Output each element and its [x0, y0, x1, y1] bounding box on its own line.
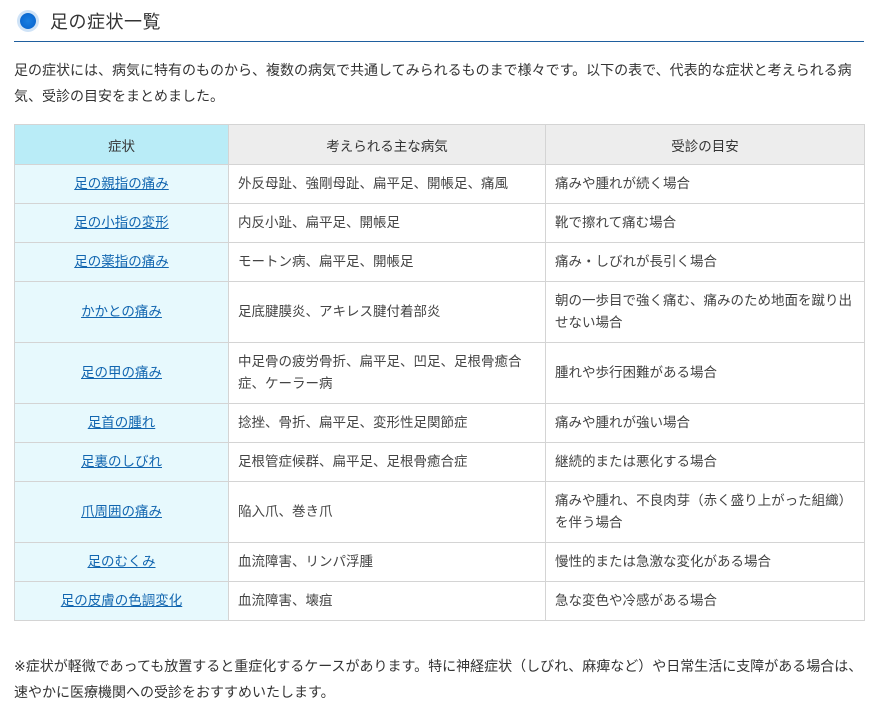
diseases-cell: 外反母趾、強剛母趾、扁平足、開帳足、痛風: [228, 164, 546, 204]
table-row: 足の皮膚の色調変化 血流障害、壊疽 急な変色や冷感がある場合: [14, 581, 865, 621]
table-row: 足のむくみ 血流障害、リンパ浮腫 慢性的または急激な変化がある場合: [14, 542, 865, 582]
diseases-cell: 血流障害、リンパ浮腫: [228, 542, 546, 582]
table-row: かかとの痛み 足底腱膜炎、アキレス腱付着部炎 朝の一歩目で強く痛む、痛みのため地…: [14, 281, 865, 343]
table-row: 爪周囲の痛み 陥入爪、巻き爪 痛みや腫れ、不良肉芽（赤く盛り上がった組織）を伴う…: [14, 481, 865, 543]
guide-cell: 慢性的または急激な変化がある場合: [545, 542, 865, 582]
diseases-cell: 陥入爪、巻き爪: [228, 481, 546, 543]
symptom-cell: 爪周囲の痛み: [14, 481, 229, 543]
symptom-cell: かかとの痛み: [14, 281, 229, 343]
symptom-link[interactable]: 足の親指の痛み: [74, 176, 169, 192]
table-row: 足の甲の痛み 中足骨の疲労骨折、扁平足、凹足、足根骨癒合症、ケーラー病 腫れや歩…: [14, 342, 865, 404]
symptom-link[interactable]: 足の小指の変形: [74, 215, 169, 231]
guide-cell: 靴で擦れて痛む場合: [545, 203, 865, 243]
symptom-link[interactable]: 足首の腫れ: [88, 415, 156, 431]
table-row: 足の親指の痛み 外反母趾、強剛母趾、扁平足、開帳足、痛風 痛みや腫れが続く場合: [14, 164, 865, 204]
table-header-row: 症状 考えられる主な病気 受診の目安: [14, 124, 865, 165]
symptom-link[interactable]: 足の薬指の痛み: [74, 254, 169, 270]
symptom-cell: 足の皮膚の色調変化: [14, 581, 229, 621]
guide-cell: 痛み・しびれが長引く場合: [545, 242, 865, 282]
table-row: 足の小指の変形 内反小趾、扁平足、開帳足 靴で擦れて痛む場合: [14, 203, 865, 243]
guide-cell: 痛みや腫れが続く場合: [545, 164, 865, 204]
symptom-cell: 足の親指の痛み: [14, 164, 229, 204]
symptom-cell: 足の甲の痛み: [14, 342, 229, 404]
section-title: 足の症状一覧: [50, 11, 161, 33]
guide-cell: 痛みや腫れが強い場合: [545, 403, 865, 443]
symptom-link[interactable]: 足のむくみ: [87, 554, 155, 570]
guide-cell: 朝の一歩目で強く痛む、痛みのため地面を蹴り出せない場合: [545, 281, 865, 343]
section-heading: 足の症状一覧: [14, 0, 864, 42]
intro-paragraph: 足の症状には、病気に特有のものから、複数の病気で共通してみられるものまで様々です…: [14, 63, 852, 105]
symptom-link[interactable]: 爪周囲の痛み: [81, 504, 162, 520]
header-guide: 受診の目安: [545, 124, 865, 165]
table-row: 足首の腫れ 捻挫、骨折、扁平足、変形性足関節症 痛みや腫れが強い場合: [14, 403, 865, 443]
guide-cell: 腫れや歩行困難がある場合: [545, 342, 865, 404]
symptom-cell: 足裏のしびれ: [14, 442, 229, 482]
symptoms-table: 症状 考えられる主な病気 受診の目安 足の親指の痛み 外反母趾、強剛母趾、扁平足…: [14, 124, 865, 621]
table-row: 足の薬指の痛み モートン病、扁平足、開帳足 痛み・しびれが長引く場合: [14, 242, 865, 282]
symptom-cell: 足のむくみ: [14, 542, 229, 582]
symptom-cell: 足の小指の変形: [14, 203, 229, 243]
symptom-link[interactable]: 足の甲の痛み: [81, 365, 162, 381]
diseases-cell: 足根管症候群、扁平足、足根骨癒合症: [228, 442, 546, 482]
diseases-cell: 足底腱膜炎、アキレス腱付着部炎: [228, 281, 546, 343]
guide-cell: 継続的または悪化する場合: [545, 442, 865, 482]
symptom-link[interactable]: かかとの痛み: [81, 304, 162, 320]
diseases-cell: 捻挫、骨折、扁平足、変形性足関節症: [228, 403, 546, 443]
symptom-cell: 足首の腫れ: [14, 403, 229, 443]
header-symptom: 症状: [14, 124, 229, 165]
symptom-cell: 足の薬指の痛み: [14, 242, 229, 282]
footnote: ※症状が軽微であっても放置すると重症化するケースがあります。特に神経症状（しびれ…: [14, 659, 863, 701]
diseases-cell: 血流障害、壊疽: [228, 581, 546, 621]
guide-cell: 痛みや腫れ、不良肉芽（赤く盛り上がった組織）を伴う場合: [545, 481, 865, 543]
header-diseases: 考えられる主な病気: [228, 124, 546, 165]
diseases-cell: 内反小趾、扁平足、開帳足: [228, 203, 546, 243]
symptom-link[interactable]: 足の皮膚の色調変化: [61, 593, 183, 609]
diseases-cell: 中足骨の疲労骨折、扁平足、凹足、足根骨癒合症、ケーラー病: [228, 342, 546, 404]
symptom-link[interactable]: 足裏のしびれ: [81, 454, 162, 470]
diseases-cell: モートン病、扁平足、開帳足: [228, 242, 546, 282]
table-row: 足裏のしびれ 足根管症候群、扁平足、足根骨癒合症 継続的または悪化する場合: [14, 442, 865, 482]
bullet-dot-icon: [20, 12, 36, 29]
guide-cell: 急な変色や冷感がある場合: [545, 581, 865, 621]
